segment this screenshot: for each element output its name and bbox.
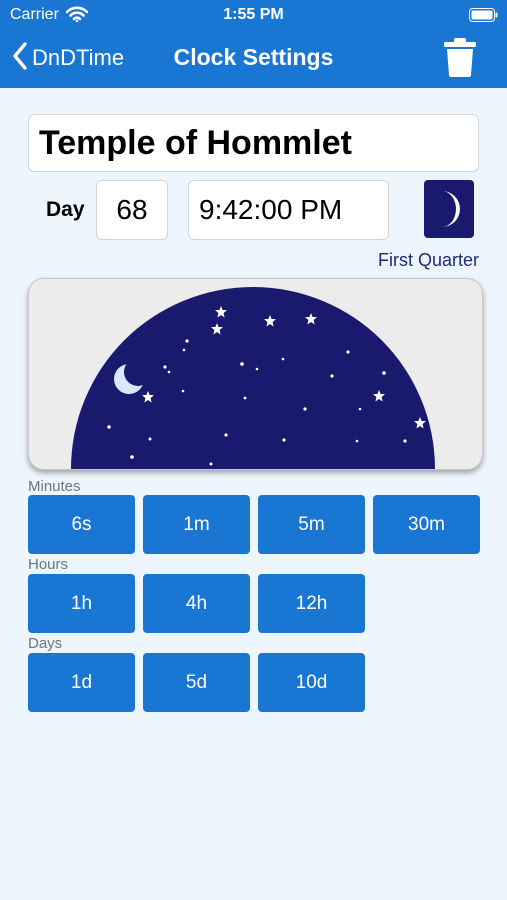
- status-bar: Carrier 1:55 PM: [0, 0, 507, 32]
- page-title: Clock Settings: [173, 44, 334, 70]
- status-time: 1:55 PM: [223, 6, 284, 23]
- increment-6s-button[interactable]: 6s: [28, 495, 135, 554]
- increment-10d-button[interactable]: 10d: [258, 653, 365, 712]
- battery-icon: [469, 8, 499, 27]
- increment-30m-button[interactable]: 30m: [373, 495, 480, 554]
- hours-section-label: Hours: [28, 556, 69, 573]
- day-field[interactable]: 68: [96, 180, 168, 240]
- navigation-header: Carrier 1:55 PM DnDTime Clock Settings: [0, 0, 507, 88]
- delete-button[interactable]: [444, 38, 476, 83]
- night-sky-dome: [71, 287, 435, 469]
- day-label: Day: [46, 198, 85, 221]
- increment-5m-button[interactable]: 5m: [258, 495, 365, 554]
- minutes-section-label: Minutes: [28, 478, 81, 495]
- moon-phase-label: First Quarter: [377, 250, 479, 270]
- clock-name-field[interactable]: Temple of Hommlet: [28, 114, 479, 172]
- increment-1h-button[interactable]: 1h: [28, 574, 135, 633]
- days-section-label: Days: [28, 635, 63, 652]
- sky-view: [28, 278, 483, 470]
- increment-4h-button[interactable]: 4h: [143, 574, 250, 633]
- increment-12h-button[interactable]: 12h: [258, 574, 365, 633]
- increment-1m-button[interactable]: 1m: [143, 495, 250, 554]
- increment-5d-button[interactable]: 5d: [143, 653, 250, 712]
- trash-icon: [444, 38, 476, 82]
- moon-phase-button[interactable]: [424, 180, 474, 238]
- moon-icon: [424, 191, 474, 242]
- time-field[interactable]: 9:42:00 PM: [188, 180, 389, 240]
- increment-1d-button[interactable]: 1d: [28, 653, 135, 712]
